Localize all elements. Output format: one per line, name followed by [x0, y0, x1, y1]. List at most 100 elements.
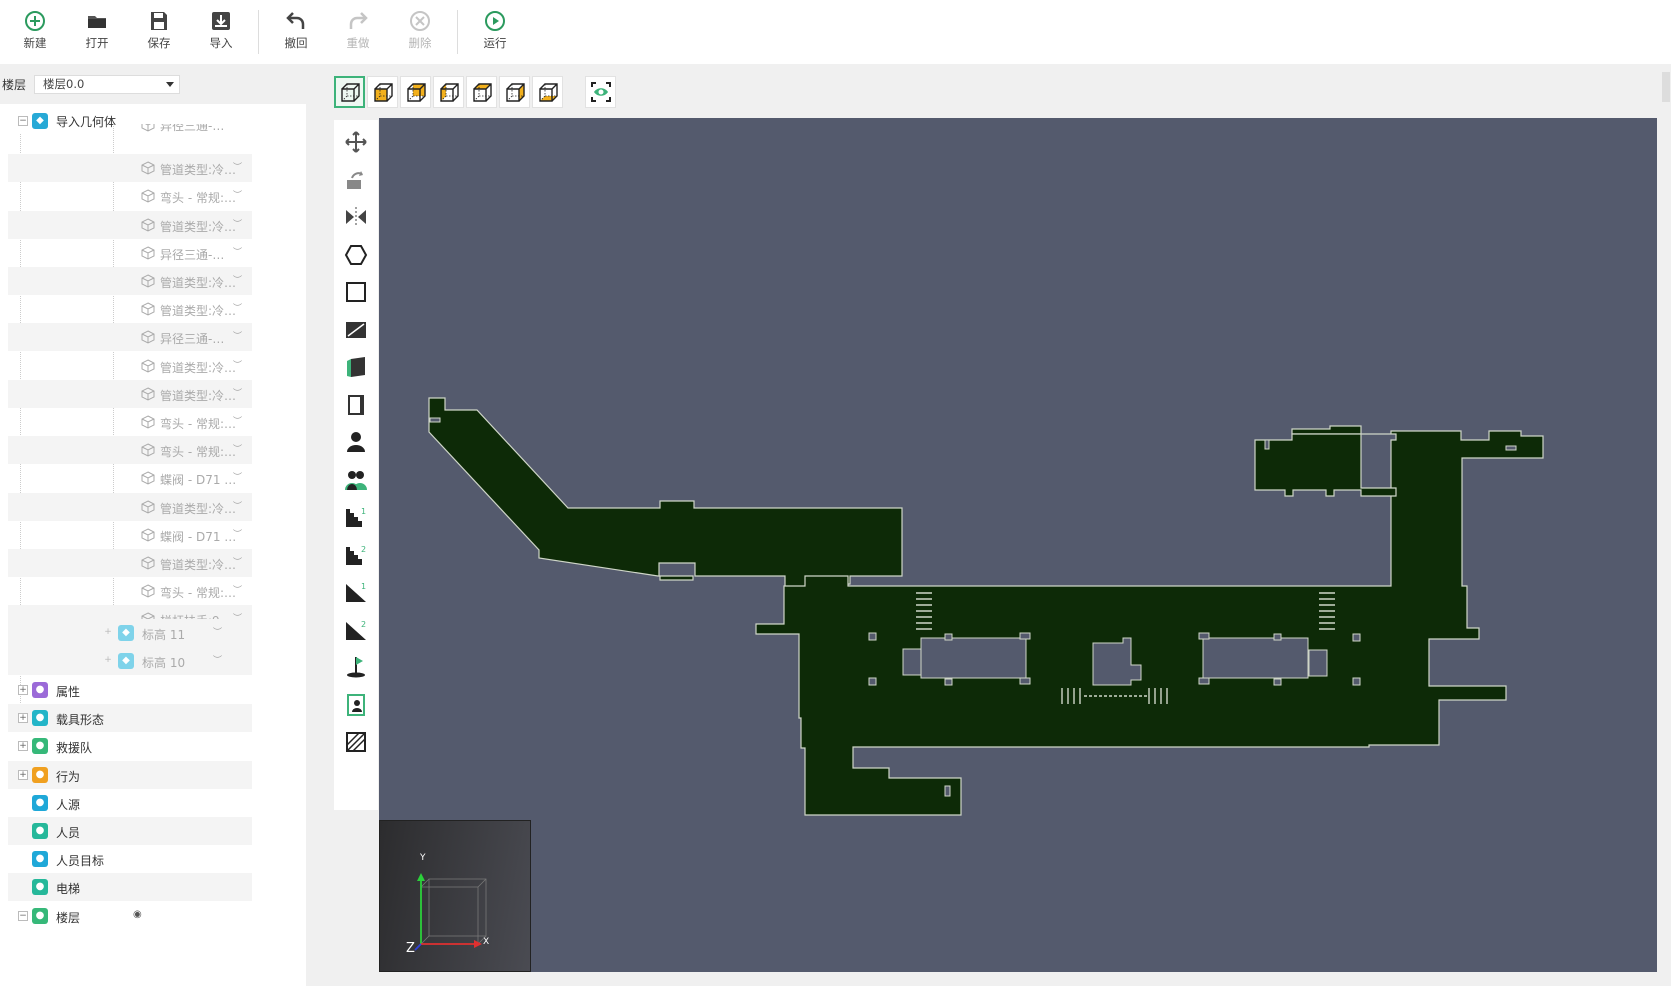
- category-tree-item[interactable]: ● 电梯: [8, 873, 252, 902]
- ramp2-tool-button[interactable]: 2: [344, 618, 368, 642]
- eye-closed-icon[interactable]: ︶: [233, 188, 242, 201]
- new-button[interactable]: 新建: [4, 0, 66, 64]
- geometry-tree-item[interactable]: 异径三通-… ︶: [8, 239, 252, 267]
- polygon-icon: [344, 244, 368, 265]
- level-tree-item[interactable]: + ◆ 标高 10 ︶: [8, 647, 252, 676]
- geometry-tree-item[interactable]: 管道类型:冷… ︶: [8, 210, 252, 239]
- eye-closed-icon[interactable]: ︶: [233, 358, 242, 371]
- collapse-toggle[interactable]: −: [18, 910, 28, 921]
- mirror-tool-button[interactable]: [344, 205, 368, 229]
- delete-button[interactable]: 删除: [389, 0, 451, 64]
- category-tree-item[interactable]: + ● 属性: [8, 676, 252, 704]
- geometry-tree-item[interactable]: 管道类型:冷… ︶: [8, 295, 252, 323]
- geometry-tree-item[interactable]: 弯头 - 常规:… ︶: [8, 577, 252, 605]
- eye-closed-icon[interactable]: ︶: [233, 245, 242, 258]
- door-tool-button[interactable]: [344, 393, 368, 417]
- expand-toggle[interactable]: +: [103, 656, 113, 666]
- redo-button[interactable]: 重做: [327, 0, 389, 64]
- eye-closed-icon[interactable]: ︶: [233, 499, 242, 512]
- front-view-button[interactable]: [367, 76, 398, 108]
- line-tool-button[interactable]: [344, 318, 368, 342]
- geometry-tree-item[interactable]: 管道类型:冷… ︶: [8, 352, 252, 380]
- eye-closed-icon[interactable]: ︶: [233, 470, 242, 483]
- right-view-button[interactable]: [499, 76, 530, 108]
- expand-toggle[interactable]: +: [18, 685, 28, 695]
- expand-toggle[interactable]: +: [18, 769, 28, 780]
- category-tree-item[interactable]: + ● 载具形态: [8, 704, 252, 733]
- geometry-tree-item[interactable]: 蝶阀 - D71 … ︶: [8, 521, 252, 549]
- move-tool-button[interactable]: [344, 130, 368, 154]
- geometry-tree-item[interactable]: 弯头 - 常规:… ︶: [8, 182, 252, 210]
- category-tree-item[interactable]: + ● 行为: [8, 760, 252, 789]
- import-icon: [212, 12, 230, 30]
- category-label: 人员: [56, 826, 81, 840]
- z-axis-label: Z: [406, 941, 415, 956]
- geometry-tree-item[interactable]: 管道类型:冷… ︶: [8, 154, 252, 183]
- geometry-item-label: 蝶阀 - D71 …: [160, 473, 237, 488]
- expand-toggle[interactable]: +: [18, 713, 28, 724]
- floppy-disk-icon: [151, 12, 167, 30]
- polygon-tool-button[interactable]: [344, 243, 368, 267]
- stair2-tool-button[interactable]: 2: [344, 543, 368, 567]
- floorplan-canvas[interactable]: [379, 118, 1657, 972]
- category-tree-item[interactable]: ● 人源: [8, 789, 252, 817]
- eye-closed-icon[interactable]: ︶: [233, 386, 242, 399]
- geometry-tree-item[interactable]: 异径三通-… ︶: [8, 124, 252, 134]
- geometry-tree-item[interactable]: 弯头 - 常规:… ︶: [8, 436, 252, 465]
- category-tree-item[interactable]: ● 人员目标: [8, 845, 252, 873]
- open-button[interactable]: 打开: [66, 0, 128, 64]
- wall-tool-button[interactable]: [344, 355, 368, 379]
- target-flag-tool-button[interactable]: [344, 655, 368, 679]
- crowd-tool-button[interactable]: [344, 468, 368, 492]
- eye-icon[interactable]: ◉: [133, 909, 142, 920]
- y-axis-label: Y: [420, 853, 426, 863]
- eye-closed-icon[interactable]: ︶: [233, 583, 242, 596]
- stair1-tool-button[interactable]: 1: [344, 505, 368, 529]
- expand-toggle[interactable]: +: [103, 628, 113, 638]
- rectangle-tool-button[interactable]: [344, 280, 368, 304]
- expand-toggle[interactable]: +: [18, 741, 28, 752]
- level-tree-item[interactable]: + ◆ 标高 11 ︶: [8, 619, 252, 647]
- eye-closed-icon[interactable]: ︶: [233, 414, 242, 427]
- geometry-tree-item[interactable]: 管道类型:冷… ︶: [8, 267, 252, 295]
- geometry-tree-item[interactable]: 管道类型:冷… ︶: [8, 549, 252, 577]
- eye-closed-icon[interactable]: ︶: [233, 527, 242, 540]
- viewport-scrollbar[interactable]: [1662, 72, 1670, 102]
- back-view-button[interactable]: [400, 76, 431, 108]
- eye-closed-icon[interactable]: ︶: [233, 217, 242, 230]
- eye-closed-icon[interactable]: ︶: [233, 124, 242, 129]
- region-tool-button[interactable]: [344, 730, 368, 754]
- category-tree-item[interactable]: + ● 救援队: [8, 732, 252, 760]
- focus-view-button[interactable]: [585, 76, 616, 108]
- floor-select[interactable]: 楼层0.0: [34, 74, 180, 94]
- eye-closed-icon[interactable]: ︶: [213, 653, 222, 666]
- eye-closed-icon[interactable]: ︶: [233, 329, 242, 342]
- geometry-tree-item[interactable]: 管道类型:冷… ︶: [8, 379, 252, 408]
- top-view-button[interactable]: [466, 76, 497, 108]
- category-tree-item[interactable]: ● 人员: [8, 817, 252, 845]
- eye-closed-icon[interactable]: ︶: [233, 442, 242, 455]
- run-button[interactable]: 运行: [464, 0, 526, 64]
- geometry-tree-item[interactable]: 蝶阀 - D71 … ︶: [8, 464, 252, 492]
- eye-closed-icon[interactable]: ︶: [213, 625, 222, 638]
- category-tree-item[interactable]: − ● 楼层 ◉: [8, 902, 252, 930]
- eye-closed-icon[interactable]: ︶: [233, 273, 242, 286]
- rotate-tool-button[interactable]: [344, 168, 368, 192]
- eye-closed-icon[interactable]: ︶: [233, 160, 242, 173]
- person-tool-button[interactable]: [344, 430, 368, 454]
- import-button[interactable]: 导入: [190, 0, 252, 64]
- geometry-tree-item[interactable]: 弯头 - 常规:… ︶: [8, 408, 252, 436]
- perspective-view-button[interactable]: [334, 76, 365, 108]
- person-target-icon: ●: [32, 851, 48, 868]
- left-view-button[interactable]: [433, 76, 464, 108]
- person-source-tool-button[interactable]: [344, 693, 368, 717]
- save-button[interactable]: 保存: [128, 0, 190, 64]
- ramp1-tool-button[interactable]: 1: [344, 580, 368, 604]
- eye-closed-icon[interactable]: ︶: [233, 555, 242, 568]
- 3d-viewport[interactable]: [379, 118, 1657, 972]
- geometry-tree-item[interactable]: 管道类型:冷… ︶: [8, 492, 252, 521]
- undo-button[interactable]: 撤回: [265, 0, 327, 64]
- geometry-tree-item[interactable]: 异径三通-… ︶: [8, 323, 252, 352]
- bottom-view-button[interactable]: [532, 76, 563, 108]
- eye-closed-icon[interactable]: ︶: [233, 301, 242, 314]
